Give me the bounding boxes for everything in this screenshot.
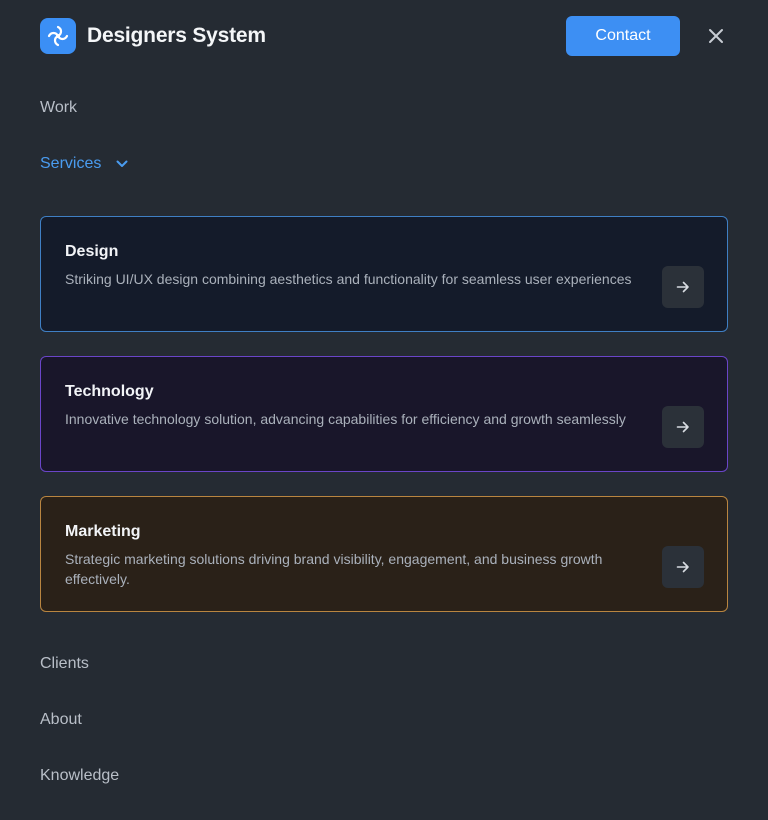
service-card-description: Strategic marketing solutions driving br…: [65, 551, 603, 587]
nav-item-services-label: Services: [40, 155, 102, 172]
nav-item-about[interactable]: About: [40, 711, 82, 729]
service-card-design[interactable]: Design Striking UI/UX design combining a…: [40, 216, 728, 332]
arrow-right-icon[interactable]: [662, 406, 704, 448]
service-card-title: Marketing: [65, 523, 141, 540]
chevron-down-icon: [116, 160, 128, 167]
nav-item-clients[interactable]: Clients: [40, 655, 89, 673]
contact-button[interactable]: Contact: [566, 16, 680, 56]
nav-item-work[interactable]: Work: [40, 99, 77, 117]
service-card-marketing[interactable]: Marketing Strategic marketing solutions …: [40, 496, 728, 612]
service-card-title: Design: [65, 243, 119, 260]
arrow-right-icon[interactable]: [662, 546, 704, 588]
service-card-technology[interactable]: Technology Innovative technology solutio…: [40, 356, 728, 472]
close-icon[interactable]: [704, 24, 728, 48]
nav-item-services[interactable]: Services: [40, 155, 129, 173]
nav-item-knowledge[interactable]: Knowledge: [40, 767, 119, 785]
service-card-description: Innovative technology solution, advancin…: [65, 411, 626, 427]
service-card-title: Technology: [65, 383, 154, 400]
brand-name[interactable]: Designers System: [87, 24, 266, 48]
arrow-right-icon[interactable]: [662, 266, 704, 308]
aperture-logo-icon[interactable]: [40, 18, 76, 54]
header: Designers System Contact: [0, 0, 768, 72]
service-card-description: Striking UI/UX design combining aestheti…: [65, 271, 632, 287]
